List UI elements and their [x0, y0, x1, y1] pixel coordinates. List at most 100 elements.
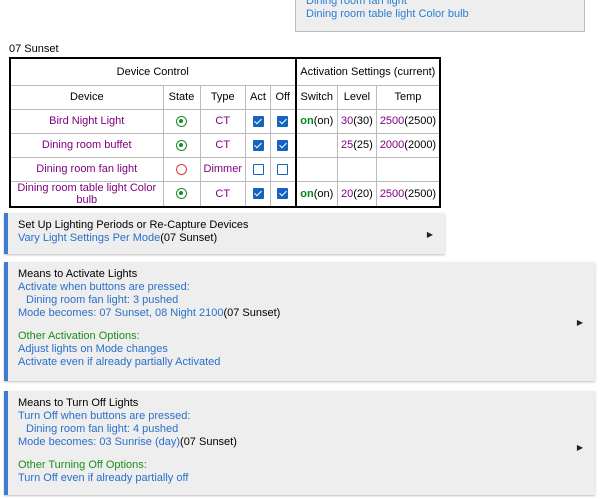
- panel-title: Means to Turn Off Lights: [18, 397, 139, 409]
- act-checkbox[interactable]: [252, 163, 264, 175]
- type-cell[interactable]: CT: [199, 132, 246, 158]
- mode-suffix: (07 Sunset): [160, 232, 218, 244]
- temp-cell[interactable]: 2000(2000): [375, 132, 442, 158]
- act-checkbox[interactable]: [252, 188, 264, 200]
- act-checkbox[interactable]: [252, 139, 264, 151]
- type-cell[interactable]: CT: [199, 180, 246, 208]
- adjust-on-mode-link[interactable]: Adjust lights on Mode changes: [18, 343, 585, 356]
- activation-settings-header: Activation Settings (current): [295, 57, 442, 86]
- switch-value: on: [300, 115, 314, 127]
- activate-lights-panel[interactable]: Means to Activate Lights Activate when b…: [4, 262, 595, 381]
- off-cell[interactable]: [270, 180, 297, 208]
- table-row: Dining room fan light Dimmer: [9, 156, 442, 182]
- prev-link-fan-light[interactable]: Dining room fan light: [306, 0, 574, 8]
- device-name[interactable]: Dining room table light Color bulb: [9, 180, 164, 208]
- other-options-title: Other Activation Options:: [18, 330, 140, 342]
- triangle-right-icon[interactable]: ▶: [577, 443, 583, 452]
- other-options-title: Other Turning Off Options:: [18, 459, 147, 471]
- off-checkbox[interactable]: [277, 139, 289, 151]
- state-cell[interactable]: [162, 108, 201, 134]
- activate-button-detail[interactable]: Dining room fan light: 3 pushed: [18, 294, 585, 307]
- switch-value: on: [300, 187, 314, 200]
- type-cell[interactable]: Dimmer: [199, 156, 246, 182]
- device-name[interactable]: Dining room buffet: [9, 132, 164, 158]
- device-name[interactable]: Bird Night Light: [9, 108, 164, 134]
- level-cell[interactable]: 20(20): [337, 180, 377, 208]
- state-cell[interactable]: [162, 156, 201, 182]
- temp-value: 2500: [379, 115, 405, 127]
- off-cell[interactable]: [270, 156, 297, 182]
- col-state: State: [162, 84, 201, 110]
- col-device: Device: [9, 84, 164, 110]
- temp-cell: [375, 156, 442, 182]
- state-cell[interactable]: [162, 132, 201, 158]
- state-on-icon[interactable]: [176, 139, 187, 151]
- switch-cell[interactable]: on(on): [295, 108, 338, 134]
- act-cell[interactable]: [245, 156, 271, 182]
- col-off: Off: [270, 84, 297, 110]
- switch-cell[interactable]: on(on): [295, 180, 338, 208]
- device-name[interactable]: Dining room fan light: [9, 156, 164, 182]
- activate-buttons-link[interactable]: Activate when buttons are pressed:: [18, 281, 585, 294]
- level-cell[interactable]: 25(25): [337, 132, 377, 158]
- temp-current: (2000): [404, 139, 437, 151]
- col-act: Act: [245, 84, 271, 110]
- switch-cell[interactable]: [295, 132, 338, 158]
- level-value: 25: [341, 139, 354, 151]
- switch-current: (on): [313, 115, 334, 127]
- lighting-periods-panel[interactable]: Set Up Lighting Periods or Re-Capture De…: [4, 213, 445, 254]
- col-temp: Temp: [375, 84, 442, 110]
- off-checkbox[interactable]: [277, 188, 289, 200]
- act-checkbox[interactable]: [252, 115, 264, 127]
- triangle-right-icon[interactable]: ▶: [577, 318, 583, 327]
- triangle-right-icon[interactable]: ▶: [427, 230, 433, 239]
- state-on-icon[interactable]: [176, 188, 187, 200]
- table-row: Bird Night Light CT on(on) 30(30) 2500(2…: [9, 108, 442, 134]
- activate-partial-link[interactable]: Activate even if already partially Activ…: [18, 356, 585, 369]
- temp-current: (2500): [404, 115, 437, 127]
- temp-cell[interactable]: 2500(2500): [375, 108, 442, 134]
- turnoff-button-detail[interactable]: Dining room fan light: 4 pushed: [18, 423, 585, 436]
- off-cell[interactable]: [270, 108, 297, 134]
- turnoff-mode-link[interactable]: Mode becomes: 03 Sunrise (day)(07 Sunset…: [18, 436, 585, 449]
- state-off-icon[interactable]: [176, 163, 187, 175]
- level-current: (30): [353, 115, 373, 127]
- link-text: Vary Light Settings Per Mode: [18, 232, 161, 244]
- off-checkbox[interactable]: [277, 163, 289, 175]
- col-switch: Switch: [295, 84, 338, 110]
- level-value: 30: [341, 115, 354, 127]
- act-cell[interactable]: [245, 132, 271, 158]
- mode-suffix: (07 Sunset): [223, 307, 281, 319]
- activate-mode-link[interactable]: Mode becomes: 07 Sunset, 08 Night 2100(0…: [18, 307, 585, 320]
- panel-title: Means to Activate Lights: [18, 268, 138, 280]
- act-cell[interactable]: [245, 108, 271, 134]
- temp-cell[interactable]: 2500(2500): [375, 180, 442, 208]
- level-cell: [337, 156, 377, 182]
- act-cell[interactable]: [245, 180, 271, 208]
- state-on-icon[interactable]: [176, 115, 187, 127]
- switch-cell: [295, 156, 338, 182]
- state-cell[interactable]: [162, 180, 201, 208]
- temp-value: 2000: [379, 139, 405, 151]
- type-cell[interactable]: CT: [199, 108, 246, 134]
- previous-section-panel: Dining room fan light Dining room table …: [295, 0, 585, 32]
- temp-value: 2500: [379, 187, 405, 200]
- col-level: Level: [337, 84, 377, 110]
- turnoff-buttons-link[interactable]: Turn Off when buttons are pressed:: [18, 410, 585, 423]
- prev-link-table-light[interactable]: Dining room table light Color bulb: [306, 8, 574, 21]
- device-control-header: Device Control: [9, 57, 297, 86]
- link-text: Mode becomes: 03 Sunrise (day): [18, 436, 181, 448]
- off-checkbox[interactable]: [277, 115, 289, 127]
- level-cell[interactable]: 30(30): [337, 108, 377, 134]
- level-value: 20: [341, 187, 354, 200]
- turnoff-partial-link[interactable]: Turn Off even if already partially off: [18, 472, 585, 485]
- level-current: (25): [353, 139, 373, 151]
- table-row: Dining room buffet CT 25(25) 2000(2000): [9, 132, 442, 158]
- device-control-table: Device Control Activation Settings (curr…: [9, 57, 442, 208]
- mode-title: 07 Sunset: [9, 43, 59, 55]
- mode-suffix: (07 Sunset): [180, 436, 237, 448]
- panel-title: Set Up Lighting Periods or Re-Capture De…: [18, 219, 249, 231]
- vary-settings-link[interactable]: Vary Light Settings Per Mode(07 Sunset): [18, 232, 435, 245]
- turn-off-lights-panel[interactable]: Means to Turn Off Lights Turn Off when b…: [4, 391, 595, 495]
- off-cell[interactable]: [270, 132, 297, 158]
